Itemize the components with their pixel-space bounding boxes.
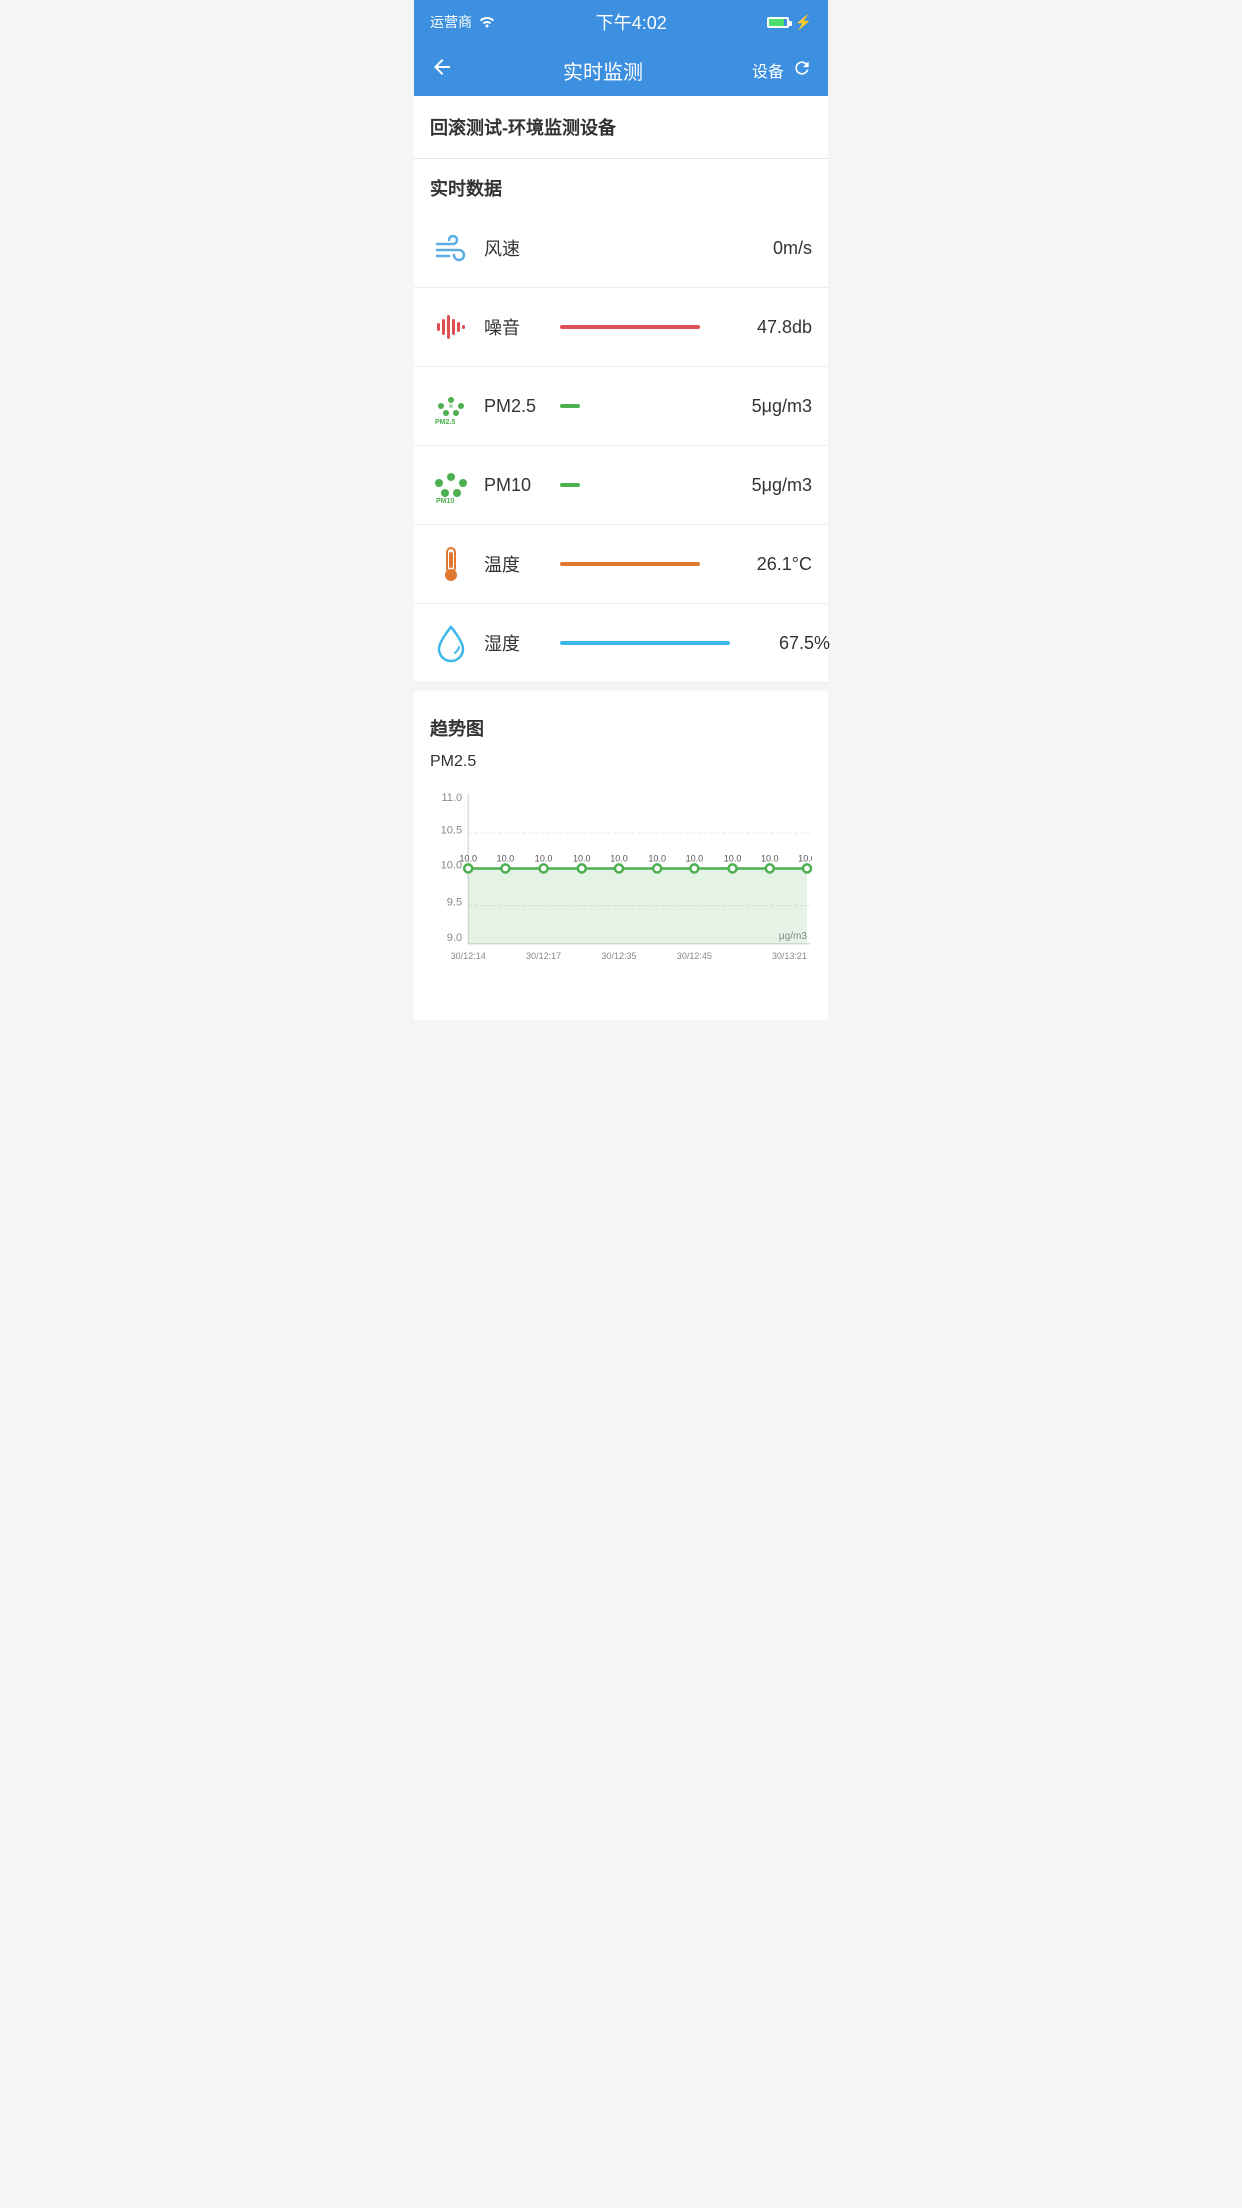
pm25-item: PM2.5 PM2.5 5μg/m3 — [414, 367, 828, 446]
realtime-section-title: 实时数据 — [414, 159, 828, 209]
pm10-item: PM10 PM10 5μg/m3 — [414, 446, 828, 525]
noise-label: 噪音 — [484, 314, 544, 340]
noise-bar-area — [560, 325, 712, 329]
battery-icon — [767, 17, 789, 28]
wind-icon-container — [430, 227, 472, 269]
pm25-bar-area — [560, 404, 712, 408]
main-content: 回滚测试-环境监测设备 实时数据 风速 0m/s — [414, 96, 828, 1020]
wind-item: 风速 0m/s — [414, 209, 828, 288]
svg-text:9.0: 9.0 — [447, 932, 462, 944]
humidity-icon-container — [430, 622, 472, 664]
status-time: 下午4:02 — [596, 9, 667, 35]
chart-container: 11.0 10.5 10.0 9.5 9.0 10.0 — [430, 783, 812, 1004]
chart-section: 趋势图 PM2.5 11.0 10.5 10.0 9.5 9.0 — [414, 699, 828, 1020]
chart-point-5 — [653, 864, 661, 872]
svg-text:30/12:45: 30/12:45 — [677, 951, 712, 961]
humidity-label: 湿度 — [484, 630, 544, 656]
pm10-icon-container: PM10 — [430, 464, 472, 506]
chart-point-7 — [729, 864, 737, 872]
svg-text:30/12:14: 30/12:14 — [451, 951, 486, 961]
svg-text:PM2.5: PM2.5 — [435, 419, 455, 426]
pm10-value: 5μg/m3 — [712, 475, 812, 496]
device-title: 回滚测试-环境监测设备 — [414, 96, 828, 159]
pm10-bar-area — [560, 483, 712, 487]
svg-text:10.0: 10.0 — [459, 853, 477, 863]
wind-label: 风速 — [484, 235, 544, 261]
svg-text:10.0: 10.0 — [686, 853, 704, 863]
chart-point-0 — [464, 864, 472, 872]
humidity-value: 67.5% — [730, 633, 830, 654]
svg-text:10.0: 10.0 — [648, 853, 666, 863]
chart-title: PM2.5 — [430, 753, 812, 771]
noise-bar — [560, 325, 700, 329]
svg-text:10.0: 10.0 — [761, 853, 779, 863]
temp-item: 温度 26.1°C — [414, 525, 828, 604]
status-right: ⚡ — [767, 14, 812, 31]
svg-text:30/13:21: 30/13:21 — [772, 951, 807, 961]
temp-icon-container — [430, 543, 472, 585]
data-list: 风速 0m/s 噪音 47.8db — [414, 209, 828, 683]
svg-text:PM10: PM10 — [436, 498, 454, 505]
unit-label: μg/m3 — [779, 931, 808, 942]
humidity-bar — [560, 641, 730, 645]
svg-text:11.0: 11.0 — [441, 792, 462, 804]
nav-right-area: 设备 — [752, 58, 812, 83]
svg-text:10.0: 10.0 — [610, 853, 628, 863]
svg-text:9.5: 9.5 — [447, 897, 462, 909]
status-bar: 运营商 下午4:02 ⚡ — [414, 0, 828, 44]
chart-point-8 — [766, 864, 774, 872]
chart-point-6 — [690, 864, 698, 872]
chart-point-1 — [501, 864, 509, 872]
pm25-chart: 11.0 10.5 10.0 9.5 9.0 10.0 — [430, 783, 812, 1004]
pm25-bar — [560, 404, 580, 408]
chart-point-4 — [615, 864, 623, 872]
wind-value: 0m/s — [712, 238, 812, 259]
pm25-label: PM2.5 — [484, 396, 544, 417]
chart-area — [468, 868, 807, 943]
noise-value: 47.8db — [712, 317, 812, 338]
pm10-label: PM10 — [484, 475, 544, 496]
chart-section-title: 趋势图 — [430, 715, 812, 753]
svg-text:10.0: 10.0 — [573, 853, 591, 863]
back-button[interactable] — [430, 55, 454, 86]
device-label[interactable]: 设备 — [752, 58, 784, 82]
pm25-value: 5μg/m3 — [712, 396, 812, 417]
temp-value: 26.1°C — [712, 554, 812, 575]
svg-text:30/12:17: 30/12:17 — [526, 951, 561, 961]
nav-title: 实时监测 — [563, 56, 643, 85]
charging-icon: ⚡ — [795, 14, 812, 31]
humidity-bar-area — [560, 641, 730, 645]
temp-bar-area — [560, 562, 712, 566]
chart-point-9 — [803, 864, 811, 872]
svg-text:10.0: 10.0 — [535, 853, 553, 863]
svg-text:10.5: 10.5 — [441, 824, 463, 836]
refresh-icon[interactable] — [792, 58, 812, 83]
noise-item: 噪音 47.8db — [414, 288, 828, 367]
chart-point-3 — [578, 864, 586, 872]
humidity-item: 湿度 67.5% — [414, 604, 828, 683]
temp-bar — [560, 562, 700, 566]
pm10-bar — [560, 483, 580, 487]
svg-text:10.0: 10.0 — [724, 853, 742, 863]
svg-text:10.0: 10.0 — [497, 853, 515, 863]
noise-icon-container — [430, 306, 472, 348]
wifi-icon — [478, 14, 496, 31]
carrier-label: 运营商 — [430, 12, 472, 32]
temp-label: 温度 — [484, 551, 544, 577]
svg-text:30/12:35: 30/12:35 — [601, 951, 636, 961]
status-left: 运营商 — [430, 12, 496, 32]
pm25-icon-container: PM2.5 — [430, 385, 472, 427]
chart-point-2 — [540, 864, 548, 872]
nav-bar: 实时监测 设备 — [414, 44, 828, 96]
svg-text:10.0: 10.0 — [798, 853, 812, 863]
section-divider — [414, 683, 828, 691]
